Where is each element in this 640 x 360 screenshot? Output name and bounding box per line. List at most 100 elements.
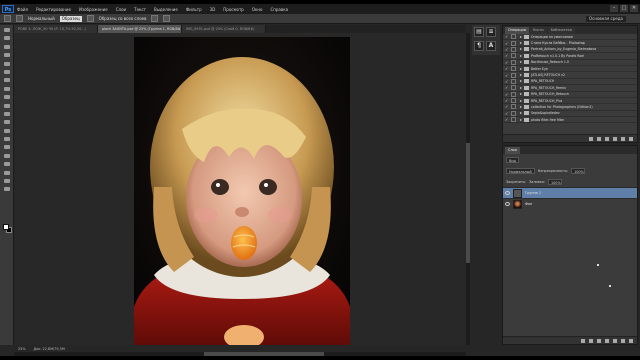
expand-arrow-icon[interactable]	[520, 74, 522, 77]
check-icon[interactable]: ✓	[505, 98, 510, 103]
tab-document-1[interactable]: РОВЕ 3: ЛОЖ_90 Ч0 (Р. 10,7% 92,50...)	[14, 25, 98, 33]
check-icon[interactable]: ✓	[505, 117, 510, 122]
dodge-tool-icon[interactable]	[3, 136, 11, 142]
dialog-toggle-box[interactable]	[511, 104, 516, 110]
check-icon[interactable]: ✓	[505, 53, 510, 58]
healing-brush-tool-icon[interactable]	[3, 77, 11, 83]
layer-row-background[interactable]: Фон	[503, 198, 637, 209]
layer-kind-filter[interactable]: Вид	[506, 156, 519, 163]
check-icon[interactable]: ✓	[505, 41, 510, 46]
record-icon[interactable]	[597, 136, 601, 141]
expand-arrow-icon[interactable]	[520, 93, 522, 96]
adjustment-icon[interactable]	[605, 338, 609, 343]
menu-view[interactable]: Просмотр	[223, 7, 244, 12]
expand-arrow-icon[interactable]	[520, 112, 522, 115]
check-icon[interactable]: ✓	[505, 66, 510, 71]
dialog-toggle-box[interactable]	[511, 85, 516, 91]
link-icon[interactable]	[581, 338, 585, 343]
layer-row-group[interactable]: Группа 1	[503, 187, 637, 198]
expand-arrow-icon[interactable]	[520, 42, 522, 45]
maximize-button[interactable]: □	[620, 5, 628, 12]
quick-select-tool-icon[interactable]	[3, 52, 11, 58]
expand-arrow-icon[interactable]	[520, 105, 522, 108]
sample-select[interactable]: Образец	[59, 15, 82, 22]
expand-arrow-icon[interactable]	[520, 67, 522, 70]
stop-icon[interactable]	[589, 136, 593, 141]
tab-actions[interactable]: Операции	[505, 27, 529, 34]
marquee-tool-icon[interactable]	[3, 35, 11, 41]
shape-tool-icon[interactable]	[3, 170, 11, 176]
check-icon[interactable]: ✓	[505, 60, 510, 65]
trash-icon[interactable]	[629, 136, 633, 141]
zoom-tool-icon[interactable]	[3, 186, 11, 192]
dialog-toggle-box[interactable]	[511, 110, 516, 116]
dialog-toggle-box[interactable]	[511, 78, 516, 84]
workspace-select[interactable]: Основная среда	[586, 16, 626, 22]
eyedropper-tool-icon[interactable]	[3, 69, 11, 75]
document-canvas[interactable]	[134, 37, 350, 350]
history-brush-tool-icon[interactable]	[3, 103, 11, 109]
mode-label[interactable]: Нормальный	[28, 16, 55, 21]
tab-document-2[interactable]: ploch ЗАЛИТА.psd @ 25% (Группа 1, RGB/8#…	[98, 25, 182, 33]
menu-image[interactable]: Изображение	[79, 7, 108, 12]
expand-arrow-icon[interactable]	[520, 80, 522, 83]
menu-edit[interactable]: Редактирование	[36, 7, 71, 12]
dialog-toggle-box[interactable]	[511, 34, 516, 40]
pressure-icon[interactable]	[151, 15, 159, 22]
properties-panel-icon[interactable]: ≡	[486, 27, 496, 37]
blur-tool-icon[interactable]	[3, 128, 11, 134]
dialog-toggle-box[interactable]	[511, 72, 516, 78]
clone-stamp-tool-icon[interactable]	[3, 94, 11, 100]
check-icon[interactable]: ✓	[505, 85, 510, 90]
tab-document-3[interactable]: IMG_8951.psd @ 25% (Слой 0, RGB/8#)	[182, 25, 266, 33]
type-tool-icon[interactable]	[3, 153, 11, 159]
tool-preset-icon[interactable]	[4, 15, 11, 22]
airbrush-icon[interactable]	[163, 15, 171, 22]
tab-brushes[interactable]: Кисти	[529, 27, 547, 34]
dialog-toggle-box[interactable]	[511, 53, 516, 59]
check-icon[interactable]: ✓	[505, 47, 510, 52]
history-panel-icon[interactable]: ▤	[474, 27, 484, 37]
zoom-level[interactable]: 25%	[18, 347, 26, 351]
check-icon[interactable]: ✓	[505, 73, 510, 78]
check-icon[interactable]: ✓	[505, 34, 510, 39]
mask-icon[interactable]	[597, 338, 601, 343]
brush-tool-icon[interactable]	[3, 86, 11, 92]
menu-type[interactable]: Текст	[134, 7, 146, 12]
new-action-icon[interactable]	[621, 136, 625, 141]
menu-layers[interactable]: Слои	[116, 7, 126, 12]
fill-input[interactable]: 100%	[547, 178, 562, 185]
check-icon[interactable]: ✓	[505, 111, 510, 116]
menu-help[interactable]: Справка	[270, 7, 288, 12]
check-icon[interactable]: ✓	[505, 79, 510, 84]
action-set-row[interactable]: ✓ photo filter-free filter	[503, 117, 637, 124]
horizontal-scroll-thumb[interactable]	[204, 352, 324, 356]
expand-arrow-icon[interactable]	[520, 99, 522, 102]
expand-arrow-icon[interactable]	[520, 48, 522, 51]
character-panel-icon[interactable]: A	[486, 41, 496, 51]
foreground-color-swatch[interactable]	[3, 224, 9, 230]
crop-tool-icon[interactable]	[3, 61, 11, 67]
gradient-tool-icon[interactable]	[3, 119, 11, 125]
dialog-toggle-box[interactable]	[511, 117, 516, 123]
blend-mode-select[interactable]: Нормальный	[506, 167, 535, 174]
lasso-tool-icon[interactable]	[3, 44, 11, 50]
trash-icon[interactable]	[629, 338, 633, 343]
hand-tool-icon[interactable]	[3, 178, 11, 184]
menu-select[interactable]: Выделение	[154, 7, 178, 12]
expand-arrow-icon[interactable]	[520, 54, 522, 57]
canvas-area[interactable]	[14, 33, 466, 350]
new-set-icon[interactable]	[613, 136, 617, 141]
dialog-toggle-box[interactable]	[511, 98, 516, 104]
new-layer-icon[interactable]	[621, 338, 625, 343]
path-select-tool-icon[interactable]	[3, 161, 11, 167]
expand-arrow-icon[interactable]	[520, 35, 522, 38]
horizontal-scrollbar[interactable]	[14, 352, 466, 356]
brush-preset-icon[interactable]	[16, 15, 23, 22]
expand-arrow-icon[interactable]	[520, 61, 522, 64]
fx-icon[interactable]	[589, 338, 593, 343]
check-icon[interactable]: ✓	[505, 92, 510, 97]
visibility-eye-icon[interactable]	[505, 202, 510, 206]
paragraph-panel-icon[interactable]: ¶	[474, 41, 484, 51]
opacity-input[interactable]: 100%	[571, 167, 586, 174]
